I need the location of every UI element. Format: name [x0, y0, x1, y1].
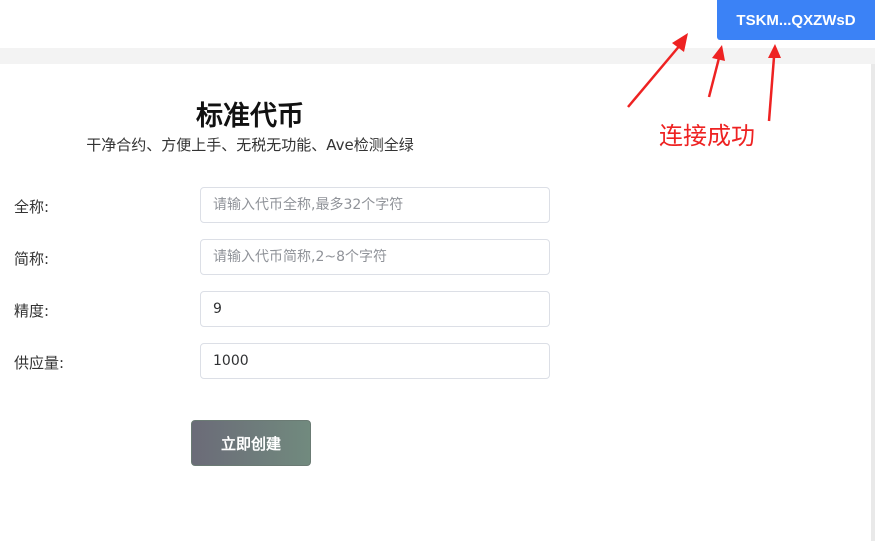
form-row-decimals: 精度: — [0, 291, 560, 327]
symbol-label: 简称: — [14, 250, 50, 268]
decimals-label: 精度: — [14, 302, 50, 320]
page-scrollbar[interactable] — [871, 64, 875, 541]
full-name-input[interactable] — [200, 187, 550, 223]
page-title: 标准代币 — [196, 101, 304, 132]
form-row-supply: 供应量: — [0, 343, 560, 379]
create-token-button[interactable]: 立即创建 — [191, 420, 311, 466]
form-row-full-name: 全称: — [0, 187, 560, 223]
annotation-connected-text: 连接成功 — [659, 122, 755, 150]
decimals-input[interactable] — [200, 291, 550, 327]
wallet-address-button[interactable]: TSKM...QXZWsD — [717, 0, 875, 40]
page-subtitle: 干净合约、方便上手、无税无功能、Ave检测全绿 — [86, 136, 414, 154]
supply-input[interactable] — [200, 343, 550, 379]
form-row-symbol: 简称: — [0, 239, 560, 275]
supply-label: 供应量: — [14, 354, 65, 372]
top-bar: TSKM...QXZWsD — [0, 0, 875, 48]
header-divider — [0, 48, 875, 64]
symbol-input[interactable] — [200, 239, 550, 275]
full-name-label: 全称: — [14, 198, 50, 216]
